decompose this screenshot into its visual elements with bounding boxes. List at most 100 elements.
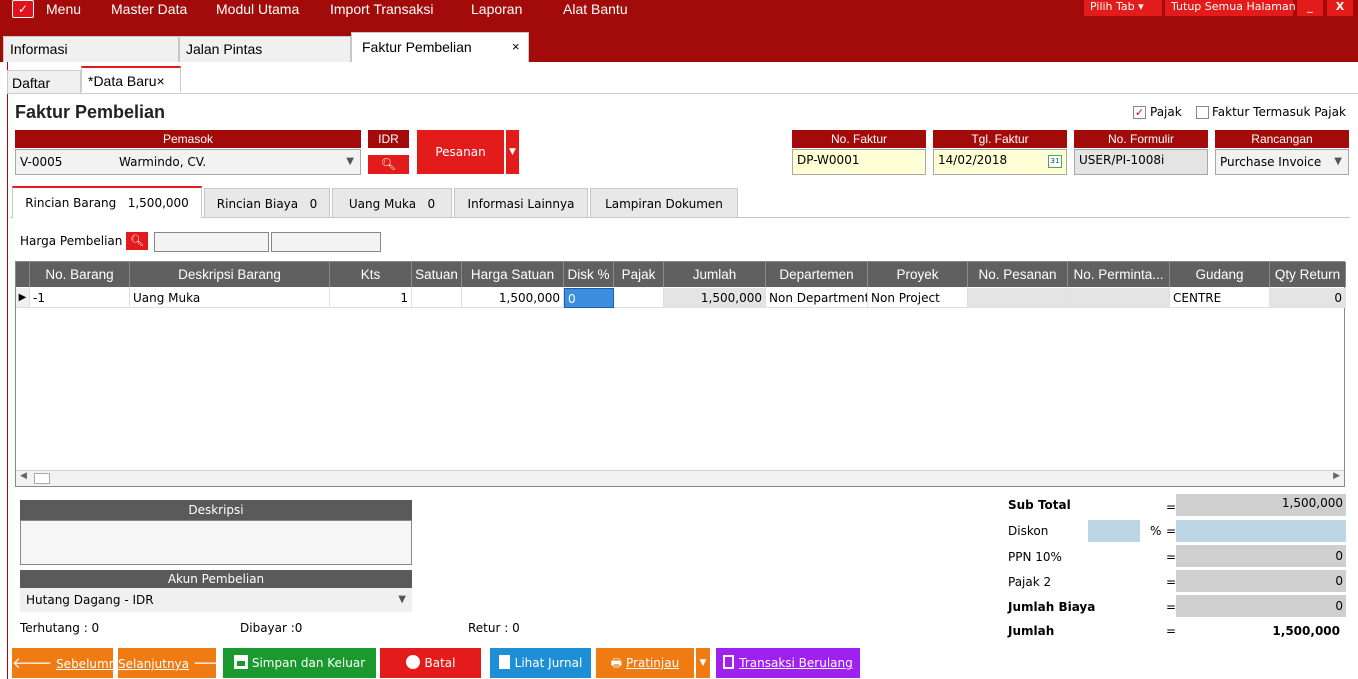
cell-harga-satuan[interactable]: 1,500,000 (462, 288, 564, 308)
scroll-right-icon[interactable]: ▶ (1333, 471, 1340, 481)
pesanan-dropdown-icon[interactable]: ▼ (506, 130, 519, 174)
tab-faktur-pembelian[interactable]: Faktur Pembelian × (351, 32, 529, 62)
menu-master-data[interactable]: Master Data (111, 0, 187, 20)
cell-deskripsi[interactable]: Uang Muka (130, 288, 330, 308)
printer-icon: 🖶 (610, 656, 623, 670)
harga-input-1[interactable] (154, 232, 269, 252)
prev-button[interactable]: 🡐 Sebelumnya (12, 648, 131, 678)
menu-laporan[interactable]: Laporan (471, 0, 522, 20)
preview-button[interactable]: 🖶 Pratinjau (596, 648, 694, 678)
save-button[interactable]: Simpan dan Keluar (223, 648, 376, 678)
col-kts[interactable]: Kts (330, 262, 412, 287)
deskripsi-textarea[interactable] (20, 520, 412, 565)
cell-no-barang[interactable]: -1 (30, 288, 130, 308)
scrollbar-thumb[interactable] (34, 473, 50, 484)
col-proyek[interactable]: Proyek (868, 262, 968, 287)
rancangan-select[interactable]: Purchase Invoice ▼ (1215, 149, 1349, 175)
tab-count: 0 (309, 197, 318, 211)
jurnal-button[interactable]: Lihat Jurnal (490, 648, 591, 678)
pemasok-select[interactable]: V-0005 Warmindo, CV. ▼ (15, 149, 361, 175)
close-tab-icon[interactable]: × (156, 73, 164, 89)
tgl-faktur-header: Tgl. Faktur (933, 130, 1067, 148)
tab-label: Lampiran Dokumen (605, 197, 723, 211)
akun-pembelian-select[interactable]: Hutang Dagang - IDR ▼ (20, 588, 412, 612)
chevron-down-icon: ▼ (1334, 156, 1342, 167)
harga-input-2[interactable] (271, 232, 381, 252)
tab-label: Informasi (10, 41, 68, 57)
col-no-permintaan[interactable]: No. Perminta... (1068, 262, 1170, 287)
col-disk[interactable]: Disk % (564, 262, 614, 287)
col-harga-satuan[interactable]: Harga Satuan (462, 262, 564, 287)
tab-rincian-biaya[interactable]: Rincian Biaya 0 (204, 188, 330, 218)
menu-modul-utama[interactable]: Modul Utama (216, 0, 299, 20)
cell-satuan[interactable] (412, 288, 462, 308)
currency-label: IDR (368, 130, 409, 148)
cell-jumlah[interactable]: 1,500,000 (664, 288, 766, 308)
close-tab-icon[interactable]: × (512, 33, 520, 61)
next-button[interactable]: Selanjutnya 🡒 (118, 648, 233, 678)
col-jumlah[interactable]: Jumlah (664, 262, 766, 287)
calendar-icon[interactable]: 31 (1048, 155, 1062, 168)
preview-dropdown-icon[interactable]: ▼ (696, 648, 710, 678)
tab-rincian-barang[interactable]: Rincian Barang 1,500,000 (12, 186, 202, 218)
termasuk-pajak-checkbox[interactable] (1196, 106, 1209, 119)
menu-button[interactable]: Menu (46, 0, 81, 20)
search-harga-button[interactable]: 🔍︎ (126, 232, 148, 250)
cell-disk[interactable]: 0 (564, 288, 614, 308)
close-app-button[interactable]: X (1327, 0, 1353, 16)
menu-import-transaksi[interactable]: Import Transaksi (330, 0, 433, 20)
items-grid: No. Barang Deskripsi Barang Kts Satuan H… (15, 261, 1346, 487)
col-deskripsi[interactable]: Deskripsi Barang (130, 262, 330, 287)
deskripsi-header: Deskripsi (20, 500, 412, 520)
search-supplier-button[interactable]: 🔍︎ (368, 155, 409, 174)
pesanan-button[interactable]: Pesanan (417, 130, 504, 174)
col-departemen[interactable]: Departemen (766, 262, 868, 287)
app-logo-icon[interactable]: ✓ (12, 0, 34, 18)
col-satuan[interactable]: Satuan (412, 262, 462, 287)
tab-uang-muka[interactable]: Uang Muka 0 (332, 188, 452, 218)
equals-sign: = (1166, 575, 1177, 589)
cell-qty-return[interactable]: 0 (1270, 288, 1346, 308)
jurnal-label: Lihat Jurnal (514, 656, 583, 670)
pajak-label: Pajak (1150, 105, 1182, 119)
cancel-button[interactable]: Batal (380, 648, 481, 678)
tgl-faktur-input[interactable]: 14/02/2018 31 (933, 149, 1067, 175)
tab-label: Informasi Lainnya (467, 197, 575, 211)
cell-gudang[interactable]: CENTRE (1170, 288, 1270, 308)
cell-no-permintaan[interactable] (1068, 288, 1170, 308)
pajak-checkbox[interactable]: ✓ (1133, 106, 1146, 119)
scroll-left-icon[interactable]: ◀ (20, 471, 27, 481)
col-pajak[interactable]: Pajak (614, 262, 664, 287)
col-no-barang[interactable]: No. Barang (30, 262, 130, 287)
jumlah-value: 1,500,000 (1272, 624, 1340, 638)
recurring-button[interactable]: Transaksi Berulang (716, 648, 860, 678)
diskon-amount-input[interactable] (1176, 520, 1346, 542)
tab-lampiran-dokumen[interactable]: Lampiran Dokumen (590, 188, 738, 218)
minimize-button[interactable]: _ (1297, 0, 1323, 16)
cell-no-pesanan[interactable] (968, 288, 1068, 308)
tab-data-baru[interactable]: *Data Baru× (81, 66, 181, 92)
col-qty-return[interactable]: Qty Return (1270, 262, 1346, 287)
no-faktur-input[interactable]: DP-W0001 (792, 149, 926, 175)
tab-informasi[interactable]: Informasi (3, 36, 179, 62)
cell-pajak[interactable] (614, 288, 664, 308)
menu-alat-bantu[interactable]: Alat Bantu (563, 0, 628, 20)
diskon-percent-input[interactable] (1088, 520, 1140, 542)
tab-informasi-lainnya[interactable]: Informasi Lainnya (454, 188, 588, 218)
page-title: Faktur Pembelian (15, 102, 166, 122)
cell-kts[interactable]: 1 (330, 288, 412, 308)
col-no-pesanan[interactable]: No. Pesanan (968, 262, 1068, 287)
equals-sign: = (1166, 500, 1177, 514)
pajak2-label: Pajak 2 (1008, 575, 1052, 589)
rancangan-value: Purchase Invoice (1220, 155, 1322, 169)
pilih-tab-button[interactable]: Pilih Tab ▾ (1084, 0, 1162, 16)
tab-daftar[interactable]: Daftar (7, 70, 81, 94)
col-gudang[interactable]: Gudang (1170, 262, 1270, 287)
tutup-semua-button[interactable]: Tutup Semua Halaman (1165, 0, 1296, 16)
chevron-down-icon: ▼ (346, 156, 354, 167)
cell-proyek[interactable]: Non Project (868, 288, 968, 308)
horizontal-scrollbar[interactable]: ◀ ▶ (16, 470, 1344, 486)
tab-jalan-pintas[interactable]: Jalan Pintas (179, 36, 351, 62)
no-formulir-input[interactable]: USER/PI-1008i (1074, 149, 1208, 175)
cell-departemen[interactable]: Non Department (766, 288, 868, 308)
